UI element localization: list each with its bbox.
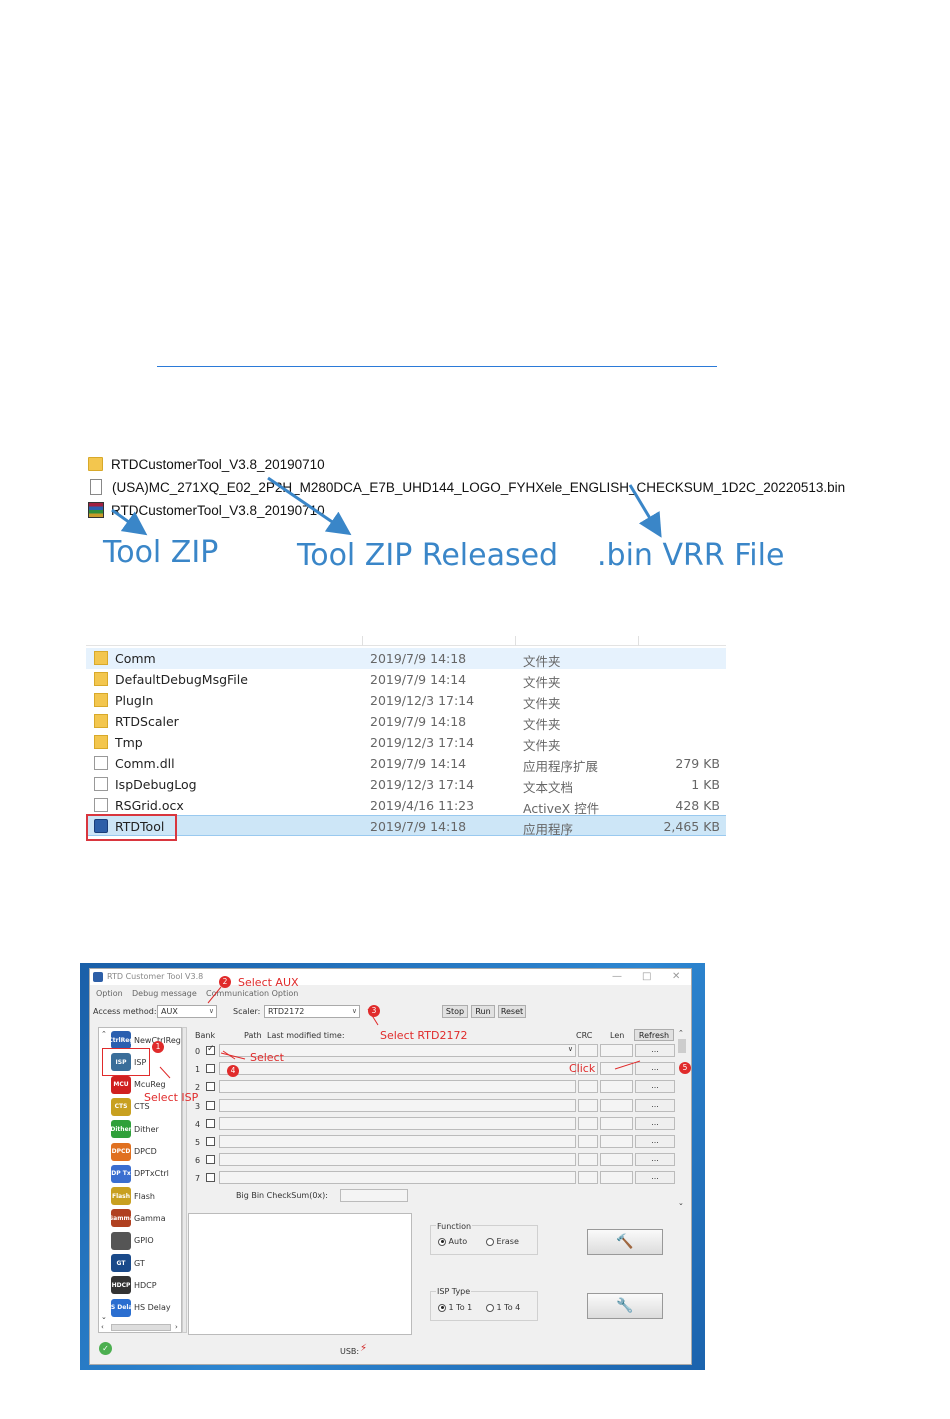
file-type: 文件夹 xyxy=(523,654,561,669)
file-date: 2019/7/9 14:14 xyxy=(370,756,467,771)
callout-click: Click xyxy=(569,1062,596,1075)
table-row[interactable]: DefaultDebugMsgFile 2019/7/9 14:14 文件夹 xyxy=(86,669,726,690)
callout-number-2: 2 xyxy=(219,976,231,988)
file-date: 2019/7/9 14:14 xyxy=(370,672,467,687)
rtdtool-highlight-box xyxy=(86,814,177,841)
annotation-bin-file: .bin VRR File xyxy=(597,538,785,573)
dll-file-icon xyxy=(94,756,108,770)
callout-select-aux: Select AUX xyxy=(238,976,299,989)
file-name: Tmp xyxy=(115,735,143,750)
callout-number-1: 1 xyxy=(152,1041,164,1053)
callout-number-5: 5 xyxy=(679,1062,691,1074)
file-type: 应用程序 xyxy=(523,822,574,837)
file-size: 1 KB xyxy=(691,777,720,792)
column-header-strip xyxy=(86,636,726,646)
file-name: IspDebugLog xyxy=(115,777,197,792)
file-date: 2019/12/3 17:14 xyxy=(370,693,475,708)
folder-icon xyxy=(94,714,108,728)
annotation-tool-zip-released: Tool ZIP Released xyxy=(297,538,559,573)
file-date: 2019/12/3 17:14 xyxy=(370,777,475,792)
ocx-file-icon xyxy=(94,798,108,812)
file-type: 应用程序扩展 xyxy=(523,759,599,774)
table-row[interactable]: Tmp 2019/12/3 17:14 文件夹 xyxy=(86,732,726,753)
table-row[interactable]: IspDebugLog 2019/12/3 17:14 文本文档 1 KB xyxy=(86,774,726,795)
rtd-tool-window: RTD Customer Tool V3.8 — □ ✕ Option Debu… xyxy=(89,968,692,1365)
file-size: 279 KB xyxy=(675,756,720,771)
file-date: 2019/12/3 17:14 xyxy=(370,735,475,750)
table-row[interactable]: Comm.dll 2019/7/9 14:14 应用程序扩展 279 KB xyxy=(86,753,726,774)
arrow-bin-file xyxy=(628,484,662,538)
table-row[interactable]: RTDScaler 2019/7/9 14:18 文件夹 xyxy=(86,711,726,732)
callout-select: Select xyxy=(250,1051,284,1064)
callout-number-4: 4 xyxy=(227,1065,239,1077)
file-name: RTDScaler xyxy=(115,714,179,729)
file-size: 428 KB xyxy=(675,798,720,813)
table-row[interactable]: PlugIn 2019/12/3 17:14 文件夹 xyxy=(86,690,726,711)
file-size: 2,465 KB xyxy=(663,819,720,834)
file-name: DefaultDebugMsgFile xyxy=(115,672,248,687)
callout-select-isp: Select ISP xyxy=(144,1091,199,1104)
file-name: Comm.dll xyxy=(115,756,175,771)
file-type: 文件夹 xyxy=(523,717,561,732)
folder-icon xyxy=(94,735,108,749)
folder-icon xyxy=(94,672,108,686)
annotation-arrows xyxy=(111,476,662,538)
text-file-icon xyxy=(94,777,108,791)
callout-select-rtd2172: Select RTD2172 xyxy=(380,1029,468,1042)
callout-number-3: 3 xyxy=(368,1005,380,1017)
file-date: 2019/7/9 14:18 xyxy=(370,651,467,666)
arrow-tool-zip-released xyxy=(267,476,352,536)
table-row[interactable]: Comm 2019/7/9 14:18 文件夹 xyxy=(86,648,726,669)
file-type: 文件夹 xyxy=(523,738,561,753)
explorer-file-list: Comm 2019/7/9 14:18 文件夹 DefaultDebugMsgFile… xyxy=(86,636,726,838)
file-type: 文件夹 xyxy=(523,696,561,711)
folder-icon xyxy=(94,693,108,707)
file-date: 2019/7/9 14:18 xyxy=(370,714,467,729)
file-type: 文本文档 xyxy=(523,780,574,795)
file-type: 文件夹 xyxy=(523,675,561,690)
file-date: 2019/7/9 14:18 xyxy=(370,819,467,834)
arrow-tool-zip xyxy=(111,508,148,536)
folder-icon xyxy=(94,651,108,665)
table-row[interactable]: RTDTool 2019/7/9 14:18 应用程序 2,465 KB xyxy=(86,815,726,837)
annotation-tool-zip: Tool ZIP xyxy=(103,535,219,570)
file-date: 2019/4/16 11:23 xyxy=(370,798,475,813)
file-name: Comm xyxy=(115,651,156,666)
file-name: PlugIn xyxy=(115,693,154,708)
table-row[interactable]: RSGrid.ocx 2019/4/16 11:23 ActiveX 控件 428 K… xyxy=(86,795,726,816)
file-name: RSGrid.ocx xyxy=(115,798,184,813)
